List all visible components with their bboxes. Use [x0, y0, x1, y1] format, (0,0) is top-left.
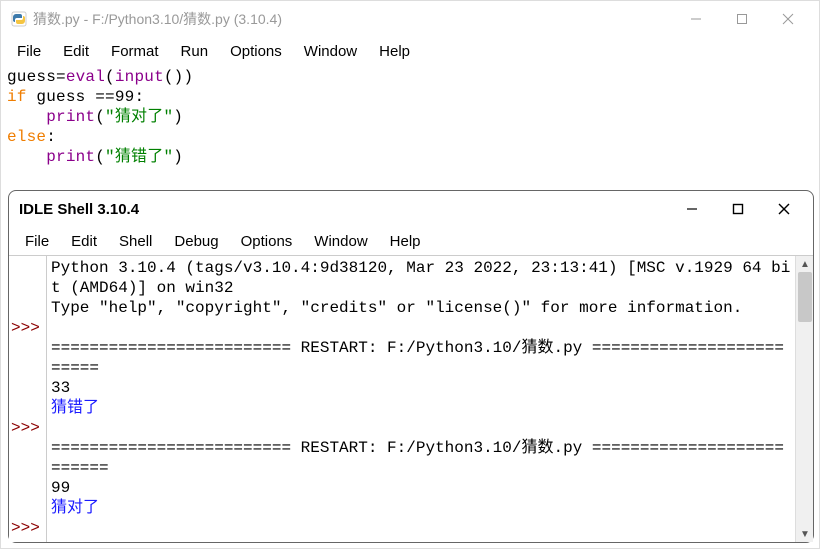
menu-file[interactable]: File	[7, 41, 51, 62]
shell-line: ========================= RESTART: F:/Py…	[51, 438, 791, 478]
gutter-blank	[11, 338, 42, 378]
shell-menubar: FileEditShellDebugOptionsWindowHelp	[9, 227, 813, 255]
shell-line	[51, 418, 791, 438]
menu-edit[interactable]: Edit	[53, 41, 99, 62]
menu-run[interactable]: Run	[171, 41, 219, 62]
minimize-button[interactable]	[669, 193, 715, 225]
shell-line: Python 3.10.4 (tags/v3.10.4:9d38120, Mar…	[51, 258, 791, 298]
maximize-button[interactable]	[719, 3, 765, 35]
menu-file[interactable]: File	[15, 231, 59, 252]
prompt-gutter: >>> >>> >>>	[9, 256, 47, 542]
prompt: >>>	[11, 518, 42, 538]
editor-titlebar: 猜数.py - F:/Python3.10/猜数.py (3.10.4)	[1, 1, 819, 37]
menu-debug[interactable]: Debug	[164, 231, 228, 252]
close-button[interactable]	[765, 3, 811, 35]
scroll-thumb[interactable]	[798, 272, 812, 322]
minimize-button[interactable]	[673, 3, 719, 35]
menu-edit[interactable]: Edit	[61, 231, 107, 252]
menu-format[interactable]: Format	[101, 41, 169, 62]
gutter-blank	[11, 398, 42, 418]
code-editor[interactable]: guess=eval(input())if guess ==99: print(…	[1, 65, 819, 169]
gutter-blank	[11, 478, 42, 498]
maximize-button[interactable]	[715, 193, 761, 225]
shell-line: 33	[51, 378, 791, 398]
menu-shell[interactable]: Shell	[109, 231, 162, 252]
python-icon	[11, 11, 27, 27]
shell-title: IDLE Shell 3.10.4	[19, 201, 669, 218]
menu-window[interactable]: Window	[304, 231, 377, 252]
shell-window: IDLE Shell 3.10.4 FileEditShellDebugOpti…	[8, 190, 814, 543]
scroll-down-button[interactable]: ▼	[796, 526, 813, 542]
gutter-blank	[11, 378, 42, 398]
shell-output[interactable]: Python 3.10.4 (tags/v3.10.4:9d38120, Mar…	[47, 256, 795, 542]
gutter-blank	[11, 498, 42, 518]
menu-help[interactable]: Help	[369, 41, 420, 62]
prompt: >>>	[11, 318, 42, 338]
shell-line: 猜错了	[51, 398, 791, 418]
shell-line: 猜对了	[51, 498, 791, 518]
prompt: >>>	[11, 418, 42, 438]
shell-line	[51, 518, 791, 538]
gutter-blank	[11, 438, 42, 478]
menu-window[interactable]: Window	[294, 41, 367, 62]
menu-options[interactable]: Options	[220, 41, 292, 62]
shell-body: >>> >>> >>> Python 3.10.4 (tags/v3.10.4:…	[9, 255, 813, 542]
close-button[interactable]	[761, 193, 807, 225]
editor-title: 猜数.py - F:/Python3.10/猜数.py (3.10.4)	[33, 9, 673, 29]
shell-line	[51, 318, 791, 338]
shell-line: Type "help", "copyright", "credits" or "…	[51, 298, 791, 318]
scroll-up-button[interactable]: ▲	[796, 256, 813, 272]
editor-menubar: FileEditFormatRunOptionsWindowHelp	[1, 37, 819, 65]
menu-help[interactable]: Help	[380, 231, 431, 252]
menu-options[interactable]: Options	[231, 231, 303, 252]
shell-line: 99	[51, 478, 791, 498]
editor-window-controls	[673, 3, 811, 35]
shell-line: ========================= RESTART: F:/Py…	[51, 338, 791, 378]
gutter-blank	[11, 298, 42, 318]
gutter-blank	[11, 258, 42, 298]
shell-window-controls	[669, 193, 807, 225]
shell-titlebar: IDLE Shell 3.10.4	[9, 191, 813, 227]
scrollbar[interactable]: ▲ ▼	[795, 256, 813, 542]
